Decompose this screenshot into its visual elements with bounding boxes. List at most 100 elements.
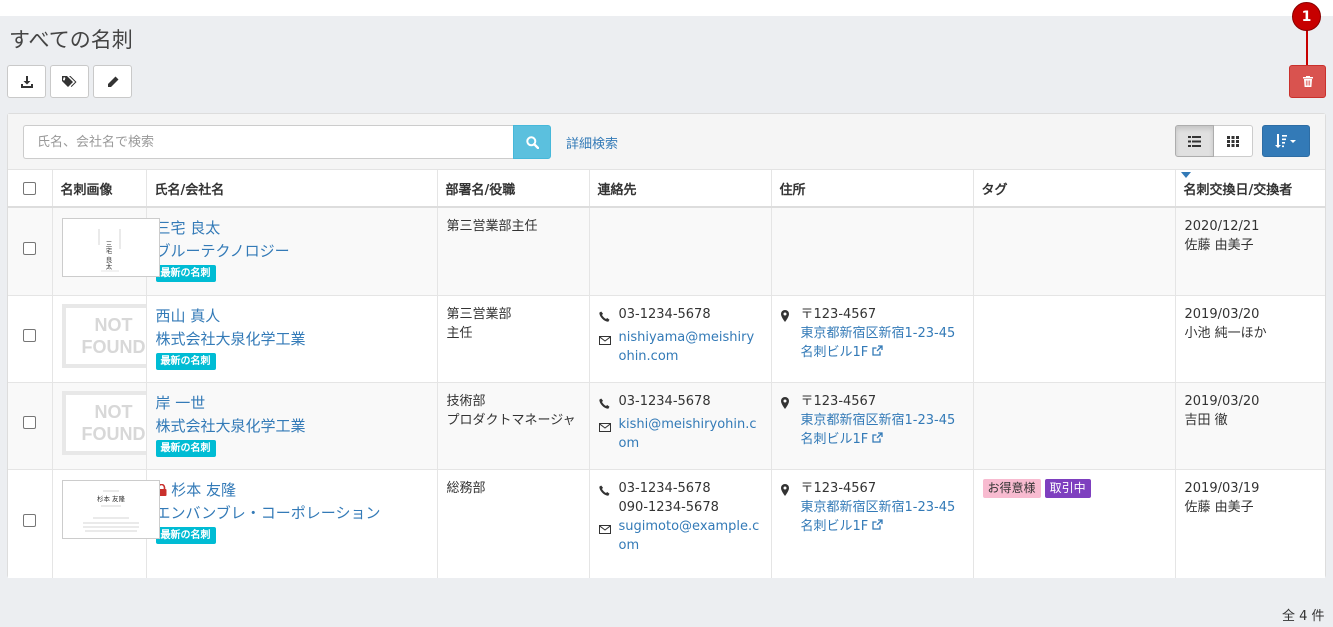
header-tags[interactable]: タグ [973, 170, 1176, 208]
email-line: kishi@meishiryohin.com [598, 415, 762, 453]
card-image-cell: 杉本 友隆 [52, 468, 160, 578]
email-link[interactable]: nishiyama@meishiryohin.com [619, 328, 762, 366]
card-thumbnail[interactable]: 三宅 良太 [61, 218, 160, 277]
dept-text: 第三営業部主任 [446, 219, 538, 234]
sort-dropdown-button[interactable] [1262, 125, 1310, 157]
latest-card-label: 最新の名刺 [155, 265, 216, 282]
email-line: nishiyama@meishiryohin.com [598, 328, 762, 366]
name-company-cell: 杉本 友隆 エンバンブレ・コーポレーション 最新の名刺 [146, 468, 438, 578]
advanced-search-link[interactable]: 詳細検索 [566, 133, 618, 152]
search-input[interactable] [23, 125, 513, 159]
card-vertical-name: 三宅 良太 [104, 241, 112, 271]
dept-cell: 技術部 プロダクトマネージャ [437, 381, 590, 469]
external-link-icon[interactable] [872, 344, 884, 356]
card-thumbnail-graphic: 三宅 良太 [98, 229, 120, 272]
table-row[interactable]: NOT FOUND 西山 真人 株式会社大泉化学工業 最新の名刺 第三営業部 主任 [8, 294, 1325, 382]
tags-cell [973, 294, 1176, 382]
exchanger-name: 佐藤 由美子 [1184, 499, 1254, 515]
select-all-checkbox[interactable] [23, 182, 36, 195]
card-image-cell: NOT FOUND [52, 381, 166, 469]
table-row[interactable]: 三宅 良太 三宅 良太 ブルーテクノロジー 最新の名刺 第三営業部主任 2020… [8, 206, 1325, 295]
external-link-icon[interactable] [872, 431, 884, 443]
row-select-cell [8, 206, 53, 295]
exchange-date: 2019/03/19 [1184, 480, 1260, 496]
person-name-link[interactable]: 西山 真人 [156, 305, 428, 328]
download-button[interactable] [7, 65, 46, 98]
contact-cell: 03-1234-5678 090-1234-5678 sugimoto@exam… [589, 468, 772, 578]
phone-line: 03-1234-5678 [598, 392, 762, 415]
person-name-link[interactable]: 三宅 良太 [156, 217, 428, 240]
row-select-cell [8, 381, 53, 469]
address-line: 〒123-4567 東京都新宿区新宿1-23-45 名刺ビル1F [780, 392, 964, 449]
list-view-button[interactable] [1175, 125, 1214, 157]
header-name-company[interactable]: 氏名/会社名 [146, 170, 438, 208]
cards-panel: 詳細検索 名刺画像 氏名/会社名 [7, 113, 1326, 578]
external-link-icon[interactable] [872, 518, 884, 530]
person-name-text: 杉本 友隆 [171, 480, 237, 499]
edit-button[interactable] [93, 65, 132, 98]
email-link[interactable]: sugimoto@example.com [619, 517, 762, 555]
trash-icon [1302, 76, 1313, 87]
row-checkbox[interactable] [23, 329, 36, 342]
tags-cell [973, 206, 1176, 295]
row-checkbox[interactable] [23, 241, 36, 255]
envelope-icon [598, 335, 611, 345]
address-line: 〒123-4567 東京都新宿区新宿1-23-45 名刺ビル1F [780, 305, 964, 362]
page: すべての名刺 1 詳細検索 [0, 2, 1333, 627]
list-view-icon [1188, 135, 1201, 147]
tags-icon [62, 75, 77, 87]
card-thumbnail[interactable]: 杉本 友隆 [61, 479, 160, 539]
exchange-cell: 2019/03/20 小池 純一ほか [1175, 294, 1325, 382]
tag-chip[interactable]: お得意様 [982, 478, 1041, 498]
header-exchanged[interactable]: 名刺交換日/交換者 [1175, 170, 1325, 208]
exchange-cell: 2020/12/21 佐藤 由美子 [1175, 206, 1325, 295]
contact-cell [589, 206, 772, 295]
delete-button[interactable] [1289, 65, 1326, 98]
company-name-link[interactable]: 株式会社大泉化学工業 [156, 328, 428, 351]
row-checkbox[interactable] [23, 416, 36, 429]
sort-desc-indicator [1180, 172, 1191, 178]
tags-cell: お得意様 取引中 [973, 468, 1176, 578]
sort-icon [1275, 134, 1296, 148]
grid-view-button[interactable] [1214, 125, 1253, 157]
header-dept-title[interactable]: 部署名/役職 [437, 170, 590, 208]
download-icon [20, 75, 33, 88]
email-link[interactable]: kishi@meishiryohin.com [619, 415, 762, 453]
header-contact[interactable]: 連絡先 [589, 170, 772, 208]
table-row[interactable]: NOT FOUND 岸 一世 株式会社大泉化学工業 最新の名刺 技術部 プロダクト… [8, 381, 1325, 469]
person-name-link[interactable]: 杉本 友隆 [156, 479, 428, 502]
phone-number: 03-1234-5678 [618, 306, 711, 322]
search-button[interactable] [513, 125, 551, 159]
annotation-badge: 1 [1292, 2, 1321, 31]
name-company-cell: 岸 一世 株式会社大泉化学工業 最新の名刺 [146, 381, 438, 469]
exchanger-name: 小池 純一ほか [1184, 325, 1267, 341]
latest-card-label: 最新の名刺 [155, 439, 216, 457]
envelope-icon [598, 422, 611, 432]
phone-number: 03-1234-5678 [618, 393, 711, 409]
phone-icon [598, 311, 609, 322]
name-company-cell: 西山 真人 株式会社大泉化学工業 最新の名刺 [146, 294, 438, 382]
postal-code: 〒123-4567 [800, 480, 877, 496]
card-horizontal-name: 杉本 友隆 [96, 494, 125, 503]
tags-button[interactable] [50, 65, 89, 98]
company-name-link[interactable]: 株式会社大泉化学工業 [156, 415, 428, 438]
row-checkbox[interactable] [23, 514, 36, 528]
toolbar [7, 65, 132, 98]
header-image[interactable]: 名刺画像 [52, 170, 147, 208]
person-name-link[interactable]: 岸 一世 [156, 392, 428, 415]
dept-text: 技術部 [446, 393, 486, 409]
dept-cell: 総務部 [437, 468, 590, 578]
header-address[interactable]: 住所 [771, 170, 974, 208]
exchange-cell: 2019/03/20 吉田 徹 [1175, 381, 1325, 469]
search-icon [525, 135, 539, 149]
table-row[interactable]: 杉本 友隆 杉本 友隆 エンバンブレ・コーポレーション 最新の名刺 総務部 03… [8, 468, 1325, 578]
card-thumbnail-graphic: 杉本 友隆 [82, 490, 139, 531]
address-line: 〒123-4567 東京都新宿区新宿1-23-45 名刺ビル1F [780, 479, 964, 536]
company-name-link[interactable]: ブルーテクノロジー [156, 240, 428, 263]
map-marker-icon [780, 309, 789, 322]
company-name-link[interactable]: エンバンブレ・コーポレーション [156, 502, 428, 525]
row-select-cell [8, 294, 53, 382]
tag-chip[interactable]: 取引中 [1044, 478, 1091, 498]
map-marker-icon [780, 396, 789, 409]
pencil-icon [107, 76, 118, 87]
